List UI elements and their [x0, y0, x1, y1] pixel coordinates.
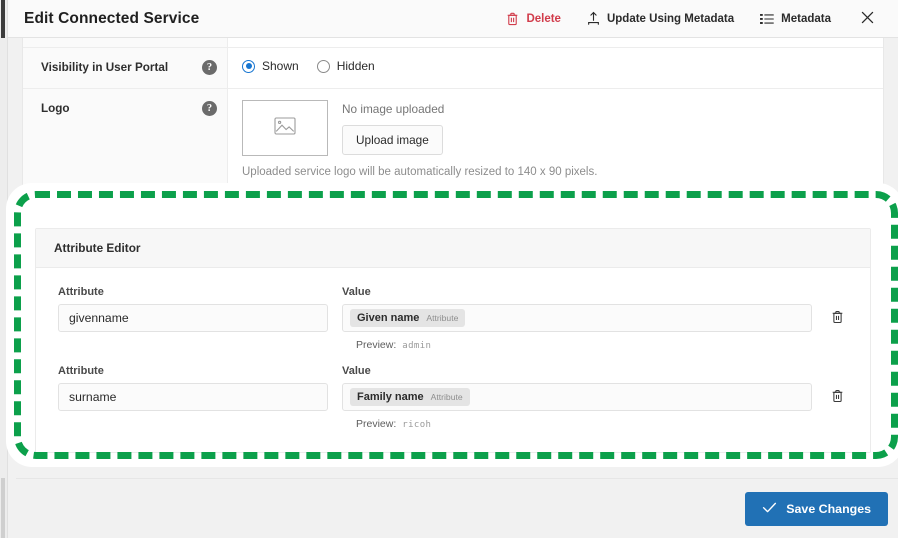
preview-value: admin: [402, 341, 432, 351]
edit-connected-service-dialog: Edit Connected Service Delete Update Usi…: [0, 0, 898, 538]
scrollbar-thumb[interactable]: [1, 0, 5, 38]
logo-label: Logo: [41, 102, 70, 115]
value-column-label: Value: [342, 286, 371, 298]
value-column-label: Value: [342, 365, 371, 377]
attribute-preview: Preview: ricoh: [58, 411, 848, 430]
upload-icon: [587, 11, 600, 26]
attribute-preview: Preview: admin: [58, 332, 848, 351]
delete-attribute-button[interactable]: [826, 306, 848, 330]
logo-upload-area: No image uploaded Upload image: [242, 100, 869, 156]
upload-image-button[interactable]: Upload image: [342, 125, 443, 155]
delete-attribute-button[interactable]: [826, 385, 848, 409]
image-placeholder-icon: [274, 116, 296, 140]
preview-label: Preview:: [356, 339, 397, 351]
value-chip-name: Family name: [357, 391, 424, 403]
visibility-radio-group: Shown Hidden: [242, 59, 869, 73]
metadata-button-label: Metadata: [781, 12, 831, 25]
attribute-row: Attribute Value surname Family name Attr…: [58, 355, 848, 430]
close-button[interactable]: [850, 4, 884, 34]
attribute-editor-title: Attribute Editor: [54, 241, 141, 255]
partial-row-above: [23, 38, 883, 48]
attribute-row: Attribute Value givenname Given name Att…: [58, 282, 848, 351]
settings-card: Visibility in User Portal ? Shown Hidden: [22, 38, 884, 191]
attribute-name-input[interactable]: givenname: [58, 304, 328, 332]
header-actions: Delete Update Using Metadata Metadata: [493, 4, 884, 34]
value-chip-name: Given name: [357, 312, 420, 324]
preview-value: ricoh: [402, 420, 432, 430]
radio-dot-hidden: [316, 59, 330, 73]
update-using-metadata-button[interactable]: Update Using Metadata: [574, 4, 747, 34]
attribute-name-input[interactable]: surname: [58, 383, 328, 411]
row-visibility-in-user-portal: Visibility in User Portal ? Shown Hidden: [23, 48, 883, 89]
save-changes-button[interactable]: Save Changes: [745, 491, 888, 526]
row-logo: Logo ? No image uploaded Upload image Up…: [23, 89, 883, 191]
preview-label: Preview:: [356, 418, 397, 430]
dialog-footer: Save Changes: [16, 478, 898, 538]
trash-icon: [831, 310, 844, 327]
visibility-label: Visibility in User Portal: [41, 61, 169, 74]
trash-icon: [506, 12, 519, 26]
radio-dot-shown: [242, 59, 255, 73]
check-icon: [762, 501, 777, 517]
help-icon[interactable]: ?: [202, 60, 217, 75]
metadata-button[interactable]: Metadata: [747, 4, 844, 34]
attribute-editor-body: Attribute Value givenname Given name Att…: [36, 268, 870, 452]
page-title: Edit Connected Service: [24, 9, 200, 27]
logo-preview-box: [242, 100, 328, 156]
attribute-editor-header: Attribute Editor: [36, 229, 870, 268]
value-chip-tag: Attribute: [430, 392, 463, 402]
value-chip-tag: Attribute: [426, 313, 459, 323]
radio-label-hidden: Hidden: [336, 59, 375, 73]
scrollbar-track[interactable]: [1, 478, 5, 538]
radio-option-shown[interactable]: Shown: [242, 59, 299, 73]
attribute-editor-card: Attribute Editor Attribute Value givenna…: [35, 228, 871, 453]
radio-option-hidden[interactable]: Hidden: [316, 59, 375, 73]
list-icon: [760, 13, 774, 25]
delete-button[interactable]: Delete: [493, 4, 574, 34]
value-chip[interactable]: Given name Attribute: [350, 309, 466, 327]
attribute-column-label: Attribute: [58, 286, 104, 298]
attribute-value-input[interactable]: Family name Attribute: [342, 383, 812, 411]
dialog-header: Edit Connected Service Delete Update Usi…: [8, 0, 898, 38]
attribute-value-input[interactable]: Given name Attribute: [342, 304, 812, 332]
help-icon[interactable]: ?: [202, 101, 217, 116]
logo-hint-text: Uploaded service logo will be automatica…: [242, 166, 598, 178]
no-image-status: No image uploaded: [342, 102, 445, 116]
save-changes-label: Save Changes: [786, 501, 871, 516]
delete-button-label: Delete: [526, 12, 561, 25]
value-chip[interactable]: Family name Attribute: [350, 388, 470, 406]
dialog-body: Visibility in User Portal ? Shown Hidden: [6, 38, 898, 538]
attribute-column-label: Attribute: [58, 365, 104, 377]
trash-icon: [831, 389, 844, 406]
close-icon: [860, 10, 875, 28]
radio-label-shown: Shown: [262, 59, 299, 73]
update-using-metadata-label: Update Using Metadata: [606, 12, 735, 25]
